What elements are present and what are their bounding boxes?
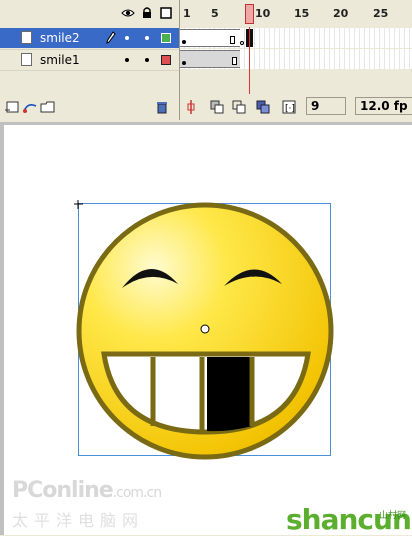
keyframe[interactable] (182, 61, 186, 65)
watermark-domain: .com.cn (112, 485, 162, 501)
frame-number: 10 (255, 7, 271, 20)
outline-icon[interactable] (159, 6, 173, 20)
frame-number: 5 (211, 7, 219, 20)
pencil-icon (106, 31, 116, 47)
outline-swatch[interactable] (161, 55, 171, 65)
layer-row-smile1[interactable]: smile1 (0, 49, 179, 71)
tween-span[interactable] (180, 50, 240, 68)
eye-icon[interactable] (121, 6, 135, 20)
layer-icon (21, 53, 32, 66)
lock-icon[interactable] (140, 6, 154, 20)
smiley-face-graphic[interactable] (74, 200, 337, 462)
onion-skin-icon[interactable] (210, 100, 224, 117)
outline-swatch[interactable] (161, 33, 171, 43)
layer-header (0, 0, 179, 27)
frame-end[interactable] (230, 36, 235, 44)
frame-number: 15 (294, 7, 310, 20)
layer-name: smile1 (40, 53, 80, 67)
modify-onion-markers-icon[interactable]: [·] (282, 100, 296, 117)
lock-dot[interactable] (145, 36, 149, 40)
watermark-main: PConline (12, 478, 114, 503)
trash-icon[interactable] (154, 100, 170, 114)
insert-layer-icon[interactable] (4, 100, 20, 114)
frame-number: 25 (373, 7, 389, 20)
svg-text:[·]: [·] (285, 104, 295, 114)
frame-end[interactable] (232, 57, 237, 65)
stage-area: PConline.com.cn 太平洋电脑网 shancun 山村网 (0, 122, 412, 536)
frame-rate-field: 12.0 fp (355, 97, 412, 115)
lock-dot[interactable] (145, 58, 149, 62)
playhead[interactable] (245, 4, 254, 24)
brand-sub: 山村网 (379, 511, 407, 521)
frame-row-smile1[interactable] (180, 49, 412, 69)
layer-row-smile2[interactable]: smile2 (0, 28, 179, 48)
visibility-dot[interactable] (125, 58, 129, 62)
layer-toolbar (0, 94, 179, 120)
current-frame-field: 9 (306, 97, 346, 115)
stage-canvas[interactable]: PConline.com.cn 太平洋电脑网 shancun 山村网 (4, 125, 412, 536)
frame-ruler[interactable]: 1 5 10 15 20 25 (180, 0, 412, 27)
edit-multiple-frames-icon[interactable] (256, 100, 270, 117)
center-frame-icon[interactable] (186, 100, 196, 117)
onion-skin-outlines-icon[interactable] (232, 100, 246, 117)
insert-folder-icon[interactable] (40, 100, 56, 114)
keyframe[interactable] (240, 41, 244, 45)
watermark: PConline.com.cn (12, 478, 162, 503)
watermark-sub: 太平洋电脑网 (12, 511, 145, 530)
frame-row-smile2[interactable] (180, 28, 412, 48)
frames-panel: 1 5 10 15 20 25 [·] 9 12.0 fp (180, 0, 412, 120)
layer-icon (21, 31, 32, 44)
playhead-line (249, 27, 250, 94)
add-motion-guide-icon[interactable] (22, 100, 38, 114)
keyframe[interactable] (182, 40, 186, 44)
timeline-panel: smile2 smile1 1 5 10 15 20 25 [·] 9 12.0… (0, 0, 412, 122)
visibility-dot[interactable] (125, 36, 129, 40)
frame-number: 20 (333, 7, 349, 20)
timeline-status-bar: [·] 9 12.0 fp (180, 94, 412, 120)
layer-name: smile2 (40, 31, 80, 45)
layer-panel: smile2 smile1 (0, 0, 180, 120)
frame-number: 1 (183, 7, 191, 20)
